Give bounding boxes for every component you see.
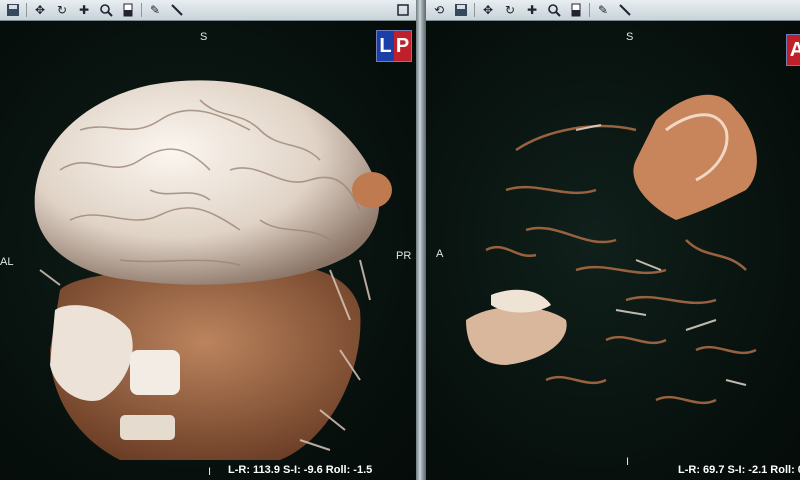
pan-icon[interactable]: ✥	[479, 2, 497, 18]
maximize-icon[interactable]	[394, 2, 412, 18]
save-icon[interactable]	[452, 2, 470, 18]
rotate-icon[interactable]: ↻	[53, 2, 71, 18]
badge-letter-l: L	[379, 35, 392, 57]
move-icon[interactable]: ✚	[75, 2, 93, 18]
zoom-icon[interactable]	[545, 2, 563, 18]
pencil-icon[interactable]: ✎	[594, 2, 612, 18]
orientation-cube[interactable]: L P	[376, 30, 412, 62]
orientation-cube[interactable]: A	[786, 34, 800, 66]
right-status-readout: L-R: 69.7 S-I: -2.1 Roll: 0	[678, 464, 800, 476]
orientation-top: S	[200, 31, 208, 43]
right-viewport[interactable]: ⟲ ✥ ↻ ✚ ✎ S A I A L-R: 69.7 S-I: -2.1 Ro…	[426, 0, 800, 480]
toolbar-separator	[141, 3, 142, 17]
bone-fragment-upper	[633, 94, 757, 220]
orientation-bottom: I	[626, 456, 630, 468]
bone-fragment-top-lower	[491, 289, 551, 313]
window-level-icon[interactable]	[119, 2, 137, 18]
measure-icon[interactable]	[616, 2, 634, 18]
pencil-icon[interactable]: ✎	[146, 2, 164, 18]
badge-letter-a: A	[787, 35, 800, 65]
toolbar-separator	[26, 3, 27, 17]
left-status-readout: L-R: 113.9 S-I: -9.6 Roll: -1.5	[228, 464, 373, 476]
volume-render-head	[34, 80, 392, 460]
bone-fragment-lower	[466, 306, 567, 365]
mandible	[120, 415, 175, 440]
orientation-left: A	[436, 248, 444, 260]
toolbar-separator	[474, 3, 475, 17]
orientation-right: PR	[396, 250, 412, 262]
orientation-bottom: I	[208, 466, 212, 478]
left-toolbar: ✥ ↻ ✚ ✎	[0, 0, 416, 21]
jaw-bone	[130, 350, 180, 395]
measure-icon[interactable]	[168, 2, 186, 18]
viewport-divider[interactable]	[416, 0, 426, 480]
pan-icon[interactable]: ✥	[31, 2, 49, 18]
zoom-icon[interactable]	[97, 2, 115, 18]
brain-surface	[34, 80, 380, 285]
badge-letter-p: P	[394, 31, 411, 61]
sync-icon[interactable]: ⟲	[430, 2, 448, 18]
left-viewport[interactable]: ✥ ↻ ✚ ✎ S AL PR I L P L-R: 113.9 S-I: -9…	[0, 0, 416, 480]
orientation-top: S	[626, 31, 634, 43]
volume-render-vessels	[466, 94, 757, 405]
move-icon[interactable]: ✚	[523, 2, 541, 18]
orientation-left: AL	[0, 256, 14, 268]
save-icon[interactable]	[4, 2, 22, 18]
right-toolbar: ⟲ ✥ ↻ ✚ ✎	[426, 0, 800, 21]
occipital-structure	[352, 172, 392, 208]
window-level-icon[interactable]	[567, 2, 585, 18]
toolbar-separator	[589, 3, 590, 17]
rotate-icon[interactable]: ↻	[501, 2, 519, 18]
